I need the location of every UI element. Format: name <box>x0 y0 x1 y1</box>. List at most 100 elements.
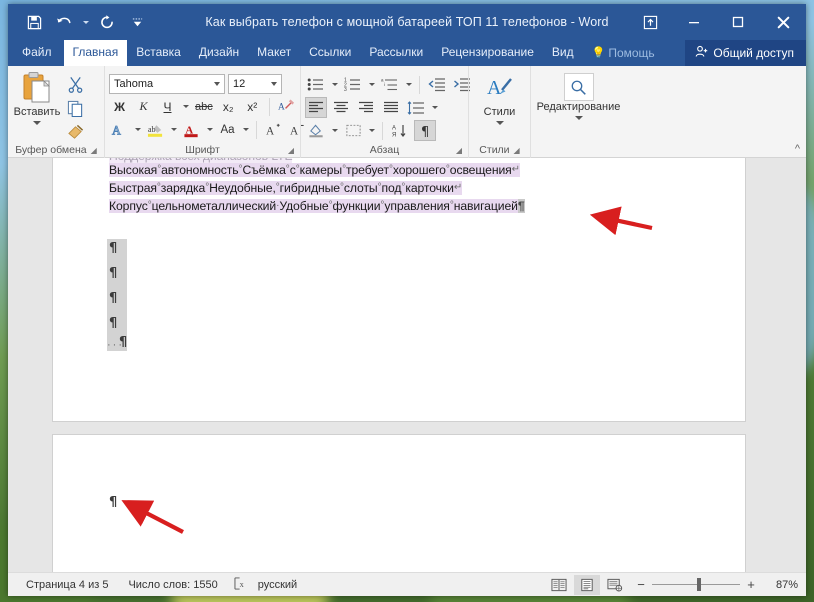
paragraph-align-row <box>305 96 439 119</box>
tab-file[interactable]: Файл <box>8 40 64 66</box>
numbering-dropdown-icon[interactable] <box>367 74 376 95</box>
proofing-errors-icon[interactable]: x <box>228 577 254 593</box>
page-indicator[interactable]: Страница 4 из 5 <box>16 579 118 591</box>
underline-dropdown-icon[interactable] <box>181 96 190 117</box>
styles-dropdown-icon[interactable] <box>496 121 504 125</box>
superscript-button[interactable]: x² <box>242 96 263 117</box>
font-name-dropdown-icon[interactable] <box>210 82 224 86</box>
align-right-icon[interactable] <box>355 97 377 118</box>
cut-icon[interactable] <box>62 73 88 95</box>
tab-view[interactable]: Вид <box>543 40 583 66</box>
svg-text:A: A <box>112 123 121 137</box>
styles-button[interactable]: A Стили <box>473 69 526 125</box>
multilevel-list-icon[interactable]: ai <box>379 74 401 95</box>
tab-references[interactable]: Ссылки <box>300 40 360 66</box>
print-layout-icon[interactable] <box>574 575 600 595</box>
zoom-level[interactable]: 87% <box>764 579 798 591</box>
line-spacing-dropdown-icon[interactable] <box>430 97 439 118</box>
subscript-button[interactable]: x₂ <box>218 96 239 117</box>
font-size-dropdown-icon[interactable] <box>267 82 281 86</box>
document-canvas[interactable]: Поддержка всех диапазонов LTE Высокая°ав… <box>8 158 806 572</box>
tell-me-label: Помощь <box>608 45 654 61</box>
decrease-indent-icon[interactable] <box>426 74 448 95</box>
styles-dialog-launcher[interactable]: ◢ <box>514 143 520 158</box>
text-effects-dropdown-icon[interactable] <box>133 119 142 140</box>
tab-review[interactable]: Рецензирование <box>432 40 543 66</box>
align-center-icon[interactable] <box>330 97 352 118</box>
borders-icon[interactable] <box>342 120 364 141</box>
tell-me-search[interactable]: 💡 Помощь <box>583 40 664 66</box>
redo-icon[interactable] <box>93 9 121 35</box>
shading-dropdown-icon[interactable] <box>330 120 339 141</box>
tab-home[interactable]: Главная <box>64 40 128 66</box>
bullets-icon[interactable] <box>305 74 327 95</box>
zoom-out-button[interactable]: − <box>636 577 646 592</box>
copy-icon[interactable] <box>62 97 88 119</box>
tab-design[interactable]: Дизайн <box>190 40 248 66</box>
tab-insert[interactable]: Вставка <box>127 40 190 66</box>
font-color-icon[interactable]: A <box>181 119 202 140</box>
strikethrough-button[interactable]: abc <box>193 96 215 117</box>
clipboard-dialog-launcher[interactable]: ◢ <box>91 143 97 158</box>
ribbon-tab-bar: Файл Главная Вставка Дизайн Макет Ссылки… <box>8 40 806 66</box>
italic-button[interactable]: К <box>133 96 154 117</box>
word-count[interactable]: Число слов: 1550 <box>118 579 227 591</box>
paragraph-dialog-launcher[interactable]: ◢ <box>456 143 462 158</box>
undo-icon[interactable] <box>50 9 78 35</box>
doc-line-3[interactable]: Корпус°цельнометаллический·Удобные°функц… <box>109 199 525 213</box>
font-color-dropdown-icon[interactable] <box>205 119 214 140</box>
save-icon[interactable] <box>20 9 48 35</box>
font-name-combo[interactable]: Tahoma <box>109 74 225 94</box>
paste-button[interactable]: Вставить <box>12 69 62 125</box>
bold-button[interactable]: Ж <box>109 96 130 117</box>
svg-text:3: 3 <box>344 87 347 92</box>
format-painter-icon[interactable] <box>62 121 88 143</box>
zoom-slider[interactable]: − + <box>630 577 762 592</box>
show-formatting-marks-icon[interactable]: ¶ <box>414 120 436 141</box>
zoom-handle[interactable] <box>697 578 701 591</box>
doc-line-2[interactable]: Быстрая°зарядка°Неудобные,°гибридные°сло… <box>109 181 462 195</box>
underline-button[interactable]: Ч <box>157 96 178 117</box>
highlight-dropdown-icon[interactable] <box>169 119 178 140</box>
sort-icon[interactable]: АЯ <box>389 120 411 141</box>
font-dialog-launcher[interactable]: ◢ <box>288 143 294 158</box>
minimize-icon[interactable] <box>672 4 716 40</box>
customize-qat-icon[interactable] <box>123 9 151 35</box>
font-size-combo[interactable]: 12 <box>228 74 282 94</box>
read-mode-icon[interactable] <box>546 575 572 595</box>
editing-dropdown-icon[interactable] <box>575 116 583 120</box>
numbering-icon[interactable]: 123 <box>342 74 364 95</box>
grow-font-icon[interactable]: A <box>263 119 284 140</box>
zoom-track[interactable] <box>652 584 740 585</box>
bullets-dropdown-icon[interactable] <box>330 74 339 95</box>
borders-dropdown-icon[interactable] <box>367 120 376 141</box>
tab-mailings[interactable]: Рассылки <box>360 40 432 66</box>
tab-layout[interactable]: Макет <box>248 40 300 66</box>
share-button[interactable]: Общий доступ <box>685 40 806 66</box>
ribbon-group-paragraph: 123 ai <box>300 66 468 158</box>
shading-icon[interactable] <box>305 120 327 141</box>
status-right-controls: − + 87% <box>546 575 806 595</box>
text-effects-icon[interactable]: A <box>109 119 130 140</box>
svg-text:A: A <box>290 125 299 137</box>
clear-formatting-icon[interactable]: A <box>276 96 297 117</box>
close-icon[interactable] <box>760 4 806 40</box>
highlight-icon[interactable]: ab <box>145 119 166 140</box>
ribbon-display-icon[interactable] <box>628 4 672 40</box>
undo-dropdown-icon[interactable] <box>80 9 91 35</box>
change-case-dropdown-icon[interactable] <box>241 119 250 140</box>
collapse-ribbon-icon[interactable]: ^ <box>795 143 800 155</box>
restore-icon[interactable] <box>716 4 760 40</box>
zoom-in-button[interactable]: + <box>746 577 756 592</box>
justify-icon[interactable] <box>380 97 402 118</box>
editing-button[interactable]: Редактирование <box>535 69 622 120</box>
web-layout-icon[interactable] <box>602 575 628 595</box>
line-spacing-icon[interactable] <box>405 97 427 118</box>
language-indicator[interactable]: русский <box>254 579 307 591</box>
multilevel-dropdown-icon[interactable] <box>404 74 413 95</box>
doc-line-1[interactable]: Высокая°автономность°Съёмка°с°камеры°тре… <box>109 163 520 177</box>
change-case-button[interactable]: Aa <box>217 119 238 140</box>
doc-line-3-text: Корпус°цельнометаллический·Удобные°функц… <box>109 199 518 213</box>
paste-dropdown-icon[interactable] <box>33 121 41 125</box>
align-left-icon[interactable] <box>305 97 327 118</box>
